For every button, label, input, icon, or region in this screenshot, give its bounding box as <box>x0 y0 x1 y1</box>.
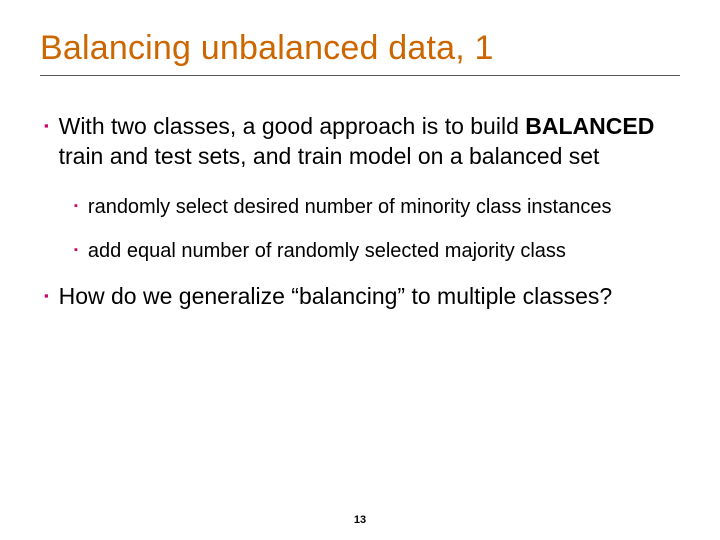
bullet-item: ▪ With two classes, a good approach is t… <box>40 112 680 172</box>
page-number: 13 <box>0 514 720 526</box>
slide-content: ▪ With two classes, a good approach is t… <box>40 112 680 312</box>
bullet-marker-icon: ▪ <box>74 243 78 257</box>
slide-title: Balancing unbalanced data, 1 <box>40 28 680 69</box>
bullet-text-strong: BALANCED <box>525 113 654 139</box>
bullet-item: ▪ How do we generalize “balancing” to mu… <box>40 282 680 312</box>
bullet-text: How do we generalize “balancing” to mult… <box>59 282 613 312</box>
bullet-text-pre: With two classes, a good approach is to … <box>59 113 526 139</box>
bullet-marker-icon: ▪ <box>44 288 49 305</box>
bullet-text: With two classes, a good approach is to … <box>59 112 680 172</box>
bullet-text: add equal number of randomly selected ma… <box>88 238 566 264</box>
bullet-subitem: ▪ add equal number of randomly selected … <box>40 238 680 264</box>
bullet-text: randomly select desired number of minori… <box>88 194 612 220</box>
title-rule <box>40 75 680 76</box>
bullet-subitem: ▪ randomly select desired number of mino… <box>40 194 680 220</box>
bullet-text-post: train and test sets, and train model on … <box>59 143 600 169</box>
bullet-marker-icon: ▪ <box>44 118 49 135</box>
slide: Balancing unbalanced data, 1 ▪ With two … <box>0 0 720 540</box>
bullet-marker-icon: ▪ <box>74 199 78 213</box>
